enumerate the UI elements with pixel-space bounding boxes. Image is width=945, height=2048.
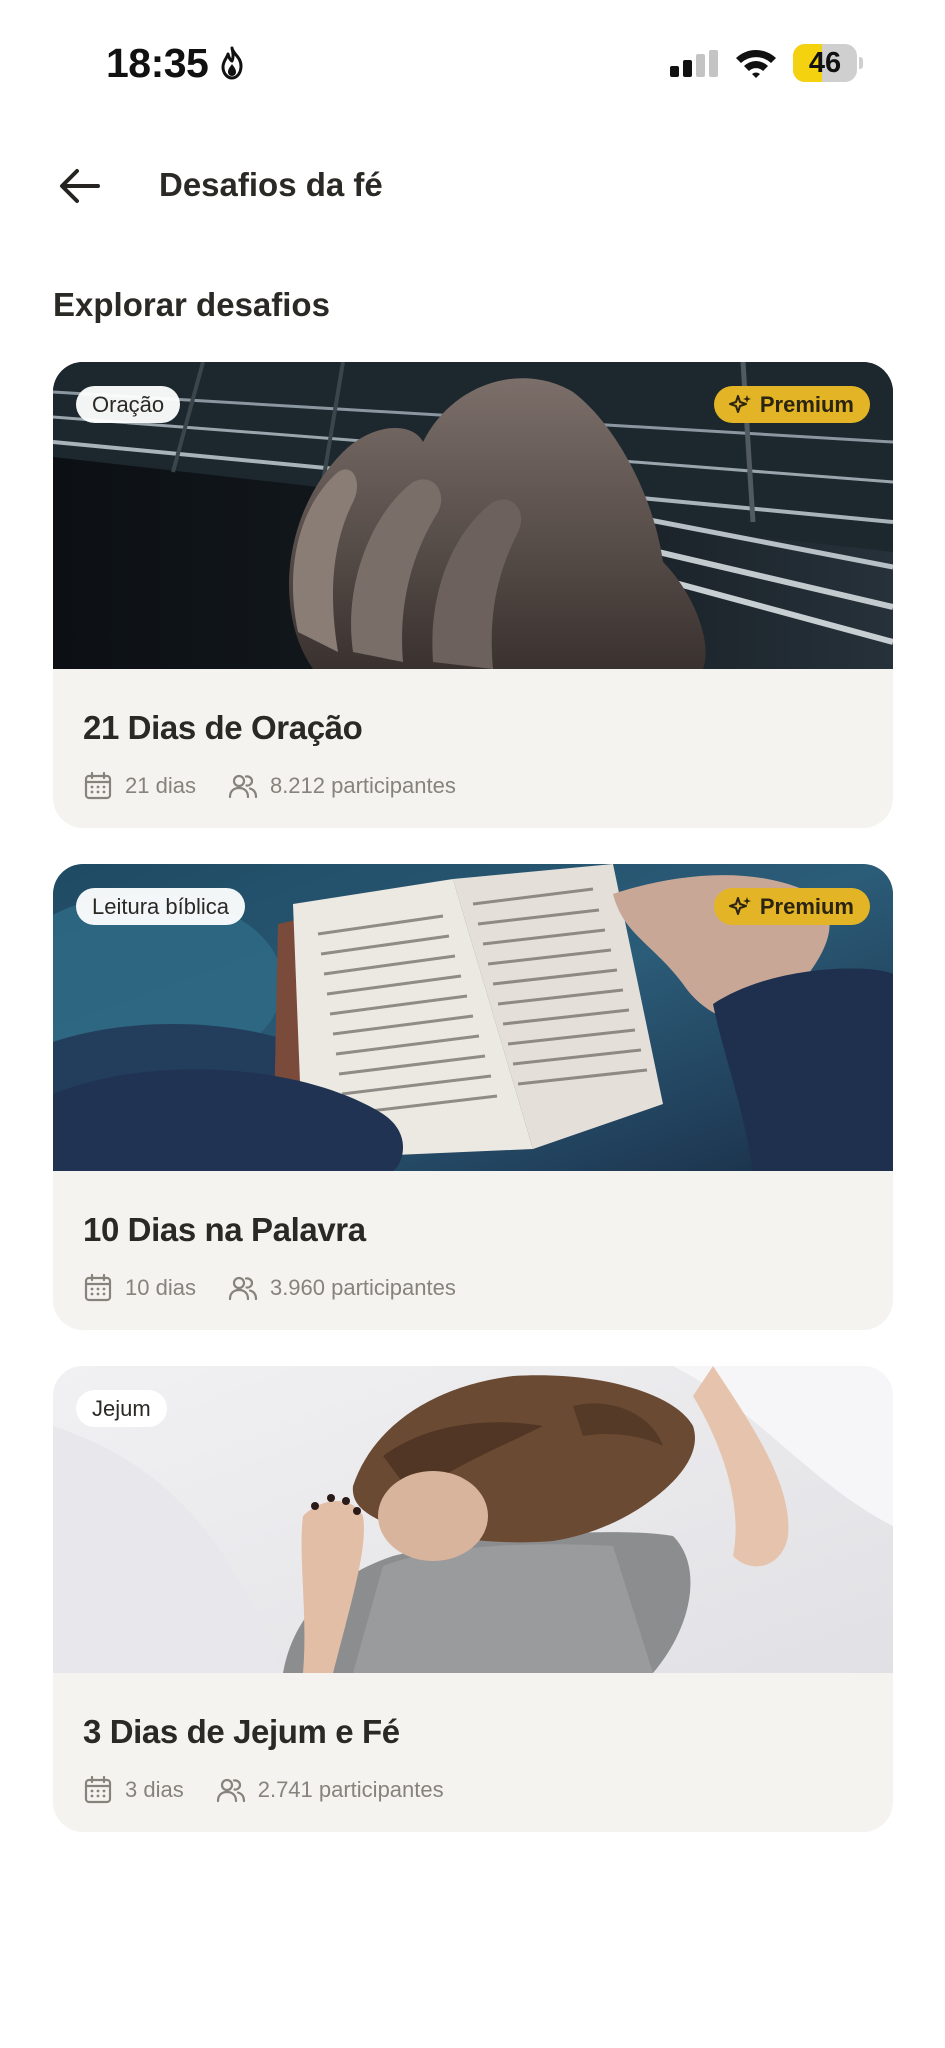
challenge-card-prayer[interactable]: Oração Premium 21 Dias de Oração 21 dias… <box>53 362 893 828</box>
flame-icon <box>221 46 243 80</box>
page-title: Desafios da fé <box>159 166 383 203</box>
duration-text: 21 dias <box>125 773 196 798</box>
sparkles-icon <box>728 394 751 413</box>
premium-badge: Premium <box>713 386 870 423</box>
premium-label: Premium <box>759 893 854 919</box>
cellular-signal-icon <box>670 50 718 77</box>
premium-label: Premium <box>759 391 854 417</box>
wifi-icon <box>736 50 776 78</box>
participants-text: 8.212 participantes <box>269 773 456 798</box>
category-tag: Jejum <box>76 1390 167 1427</box>
section-title: Explorar desafios <box>53 286 330 323</box>
calendar-icon <box>84 1775 112 1804</box>
card-title: 21 Dias de Oração <box>83 709 363 746</box>
arrow-left-icon <box>60 169 100 203</box>
duration-text: 3 dias <box>125 1777 184 1802</box>
card-image-guitar: Oração Premium <box>53 362 893 669</box>
challenge-card-bible-reading[interactable]: Leitura bíblica Premium 10 Dias na Palav… <box>53 864 893 1330</box>
card-image-bible: Leitura bíblica Premium <box>53 864 893 1171</box>
battery-level-text: 46 <box>808 47 842 79</box>
users-icon <box>228 774 258 799</box>
duration-text: 10 dias <box>125 1275 196 1300</box>
card-title: 10 Dias na Palavra <box>83 1211 366 1248</box>
status-time: 18:35 <box>106 40 209 86</box>
participants-text: 3.960 participantes <box>269 1275 456 1300</box>
sparkles-icon <box>728 896 751 915</box>
calendar-icon <box>84 771 112 800</box>
back-button[interactable] <box>48 158 112 214</box>
category-tag: Leitura bíblica <box>76 888 245 925</box>
users-icon <box>216 1778 245 1803</box>
category-tag: Oração <box>76 386 181 423</box>
card-image-woman-resting: Jejum <box>53 1366 893 1673</box>
participants-text: 2.741 participantes <box>257 1777 444 1802</box>
calendar-icon <box>84 1273 112 1302</box>
battery-indicator: 46 <box>793 44 863 82</box>
card-title: 3 Dias de Jejum e Fé <box>83 1713 400 1750</box>
users-icon <box>228 1276 258 1301</box>
premium-badge: Premium <box>713 888 870 925</box>
status-bar: 18:35 46 <box>0 0 945 120</box>
challenge-card-fasting[interactable]: Jejum 3 Dias de Jejum e Fé 3 dias 2.741 … <box>53 1366 893 1832</box>
